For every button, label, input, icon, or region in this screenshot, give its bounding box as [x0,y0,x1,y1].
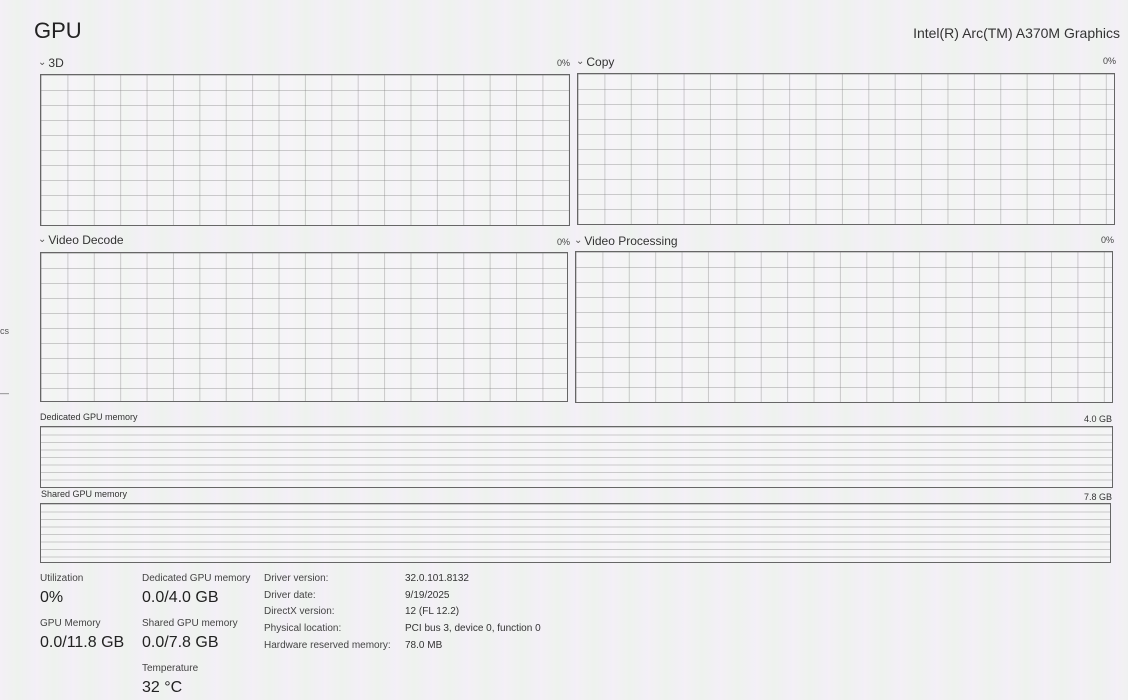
dedicated-memory-max: 4.0 GB [1084,414,1113,424]
directx-version-label: DirectX version: [264,606,335,617]
engine-percent-copy: 0% [1103,56,1117,66]
engine-label-video-processing: Video Processing [584,234,678,248]
gpu-device-name: Intel(R) Arc(TM) A370M Graphics [913,25,1120,41]
temperature-label: Temperature [142,663,199,674]
dedicated-memory-label: Dedicated GPU memory [40,412,138,422]
shared-memory-graph [40,503,1111,563]
graph-3d [40,74,570,226]
engine-label-video-decode: Video Decode [48,233,124,247]
chevron-down-icon: ⌄ [38,233,47,245]
dedicated-stat-label: Dedicated GPU memory [142,573,251,584]
engine-selector-3d[interactable]: ⌄ 3D [38,56,64,70]
engine-label-3d: 3D [48,56,64,70]
engine-selector-video-decode[interactable]: ⌄ Video Decode [38,233,124,247]
cut-off-dash: — [0,388,9,398]
engine-selector-copy[interactable]: ⌄ Copy [576,55,614,69]
driver-date-label: Driver date: [264,590,316,601]
driver-version-value: 32.0.101.8132 [405,573,469,584]
chevron-down-icon: ⌄ [574,234,583,246]
page-title: GPU [34,18,82,43]
gpu-memory-value: 0.0/11.8 GB [40,634,125,651]
utilization-value: 0% [40,589,64,606]
dedicated-stat-value: 0.0/4.0 GB [142,589,219,606]
driver-version-label: Driver version: [264,573,329,584]
shared-stat-value: 0.0/7.8 GB [142,634,219,651]
chevron-down-icon: ⌄ [576,55,585,67]
shared-memory-max: 7.8 GB [1084,492,1113,502]
shared-memory-label: Shared GPU memory [41,489,128,499]
engine-selector-video-processing[interactable]: ⌄ Video Processing [574,234,678,248]
engine-label-copy: Copy [586,55,615,69]
hardware-reserved-memory-value: 78.0 MB [405,640,443,651]
shared-stat-label: Shared GPU memory [142,618,238,629]
physical-location-label: Physical location: [264,623,342,634]
hardware-reserved-memory-label: Hardware reserved memory: [264,640,391,651]
graph-video-processing [575,251,1113,403]
chevron-down-icon: ⌄ [38,56,47,68]
driver-date-value: 9/19/2025 [405,590,450,601]
cut-off-text: cs [0,326,9,336]
dedicated-memory-graph [40,426,1113,488]
gpu-memory-label: GPU Memory [40,618,101,629]
engine-percent-video-decode: 0% [557,237,571,247]
utilization-label: Utilization [40,573,84,584]
engine-percent-video-processing: 0% [1101,235,1115,245]
graph-copy [577,73,1115,225]
graph-video-decode [40,252,568,402]
physical-location-value: PCI bus 3, device 0, function 0 [405,623,541,634]
temperature-value: 32 °C [142,679,183,696]
directx-version-value: 12 (FL 12.2) [405,606,460,617]
engine-percent-3d: 0% [557,58,571,68]
